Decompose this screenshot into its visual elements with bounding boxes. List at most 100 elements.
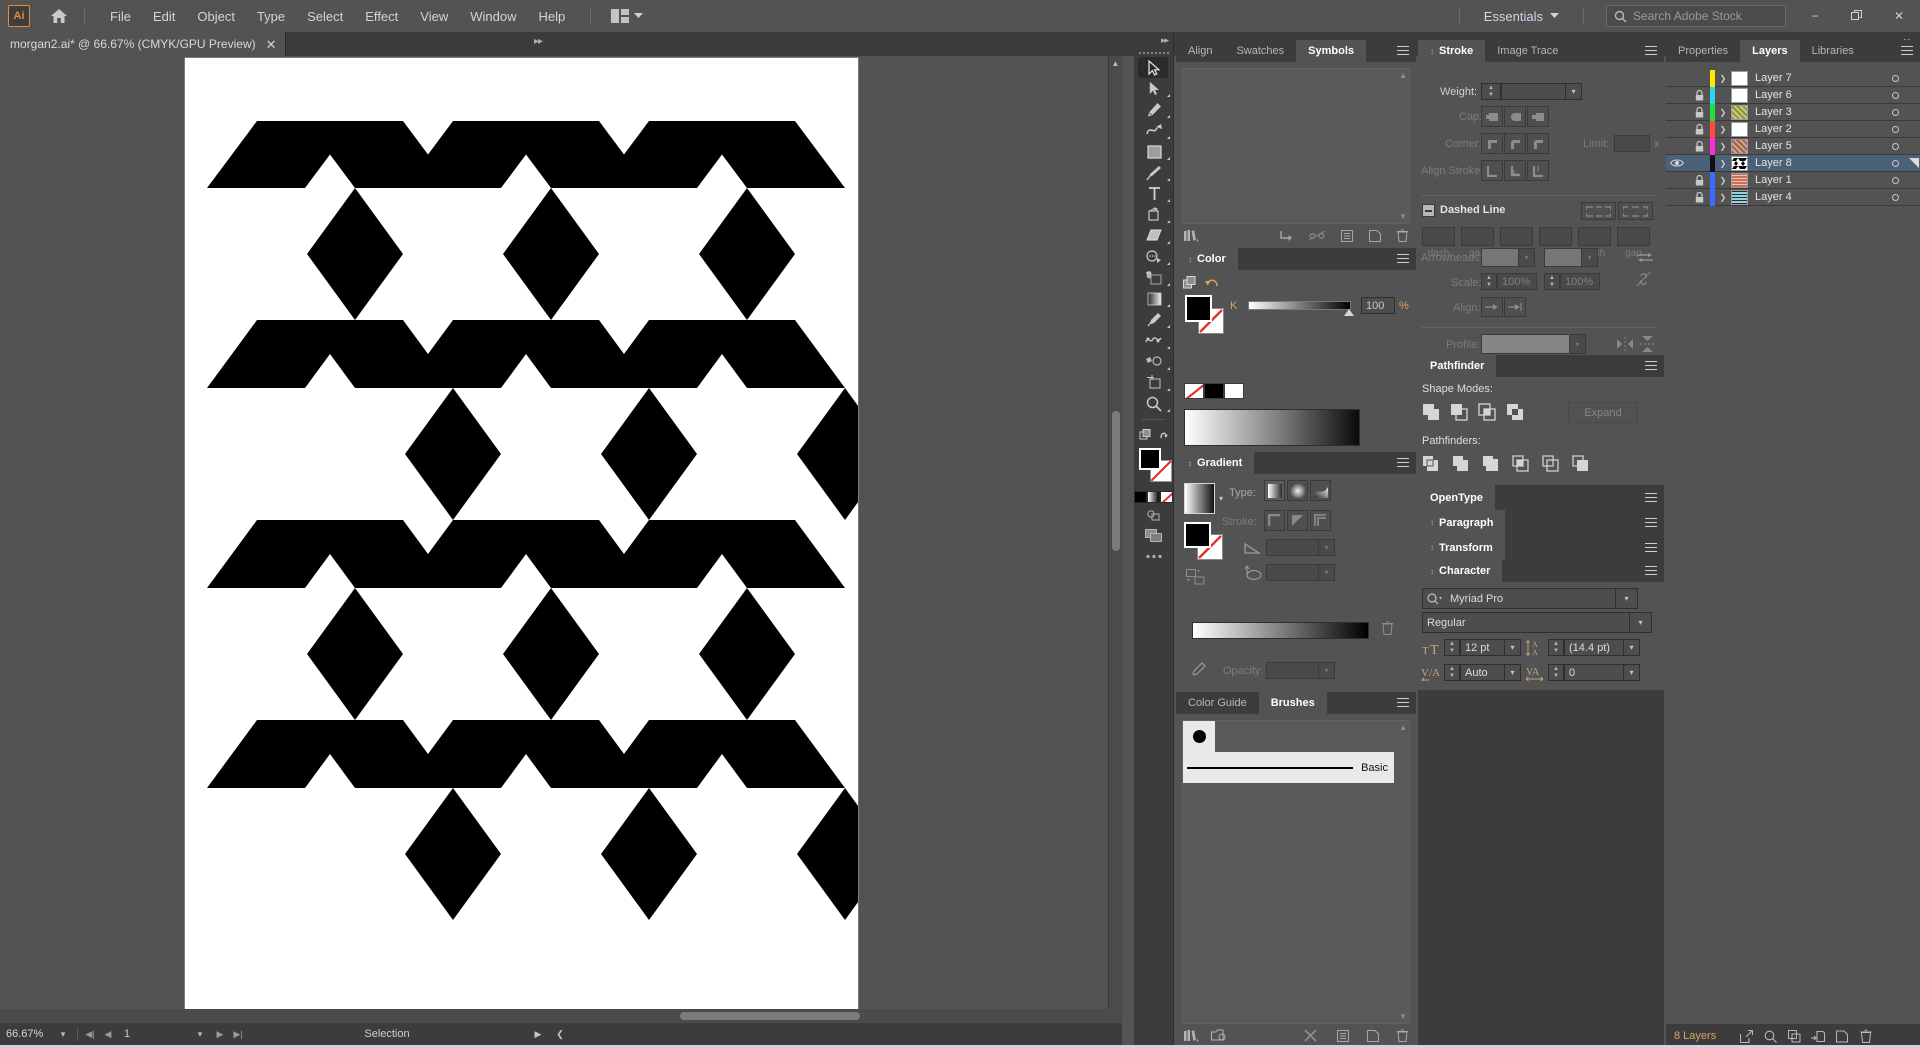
gradient-preview-swatch[interactable] (1184, 483, 1215, 514)
apply-gradient-along-stroke-icon[interactable] (1287, 510, 1308, 531)
rectangle-tool[interactable] (1134, 141, 1174, 162)
crop-icon[interactable] (1512, 455, 1529, 475)
rotate-tool[interactable] (1134, 204, 1174, 225)
expand-layer-icon[interactable]: ❯ (1715, 142, 1731, 151)
create-sublayer-icon[interactable] (1806, 1030, 1830, 1043)
gap-input-1[interactable] (1461, 227, 1494, 246)
character-panel-body[interactable]: Myriad Pro ▾ Regular ▾ TT ▲▼ 12 pt ▾ AA … (1418, 582, 1664, 690)
layer-name[interactable]: Layer 6 (1755, 89, 1882, 101)
scroll-up-icon[interactable]: ▲ (1109, 56, 1122, 70)
flip-profile-vertical-icon[interactable] (1640, 336, 1655, 355)
stroke-limit-input[interactable] (1614, 135, 1650, 152)
gradient-type-buttons[interactable] (1264, 480, 1331, 501)
leading-input[interactable]: (14.4 pt) (1564, 639, 1624, 656)
target-indicator[interactable] (1882, 143, 1908, 150)
gradient-opacity-input[interactable] (1266, 662, 1319, 679)
table-row[interactable]: ❯ Layer 4 (1666, 189, 1920, 206)
canvas-horizontal-scrollbar[interactable] (0, 1009, 1122, 1023)
symbol-sprayer-tool[interactable] (1134, 351, 1174, 372)
divide-icon[interactable] (1422, 455, 1439, 475)
create-new-layer-icon[interactable] (1830, 1030, 1854, 1043)
tab-symbols[interactable]: Symbols (1296, 40, 1366, 62)
outline-icon[interactable] (1542, 455, 1559, 475)
table-row[interactable]: Layer 6 (1666, 87, 1920, 104)
stroke-profile-dropdown-icon[interactable]: ▾ (1570, 334, 1586, 354)
stroke-cap-buttons[interactable] (1481, 106, 1549, 127)
zoom-tool[interactable] (1134, 393, 1174, 414)
new-symbol-icon[interactable] (1369, 230, 1381, 245)
fill-swatch[interactable] (1139, 448, 1161, 470)
font-size-stepper[interactable]: ▲▼ (1444, 639, 1460, 656)
brush-libraries-icon[interactable] (1184, 1029, 1199, 1045)
arrange-documents-button[interactable] (605, 6, 649, 26)
align-dashes-corners-icon[interactable] (1618, 202, 1653, 220)
close-button[interactable]: ✕ (1878, 0, 1920, 32)
gradient-eyedropper-icon[interactable] (1191, 662, 1206, 681)
stepper-arrows-icon[interactable]: ▲▼ (1486, 83, 1497, 100)
panel-expand-icon[interactable]: ↕ (1188, 459, 1192, 468)
shape-mode-buttons[interactable] (1422, 403, 1524, 424)
lock-toggle[interactable] (1688, 141, 1710, 152)
curvature-tool[interactable] (1134, 120, 1174, 141)
menu-object[interactable]: Object (186, 5, 246, 28)
target-indicator[interactable] (1882, 126, 1908, 133)
apply-gradient-within-stroke-icon[interactable] (1264, 510, 1285, 531)
tab-gradient[interactable]: ↕ Gradient (1176, 452, 1254, 474)
target-indicator[interactable] (1882, 160, 1908, 167)
gradient-panel-menu-icon[interactable] (1397, 458, 1409, 470)
brushes-list[interactable]: Basic ▲ ▼ (1182, 720, 1410, 1024)
expand-layer-icon[interactable]: ❯ (1715, 108, 1731, 117)
canvas-vertical-scrollbar[interactable]: ▲ (1108, 56, 1122, 1023)
projecting-cap-icon[interactable] (1527, 106, 1549, 127)
document-tab[interactable]: morgan2.ai* @ 66.67% (CMYK/GPU Preview) … (0, 32, 286, 56)
lock-toggle[interactable] (1688, 124, 1710, 135)
list-item[interactable]: Basic (1183, 752, 1394, 783)
tab-color-guide[interactable]: Color Guide (1176, 692, 1259, 714)
table-row[interactable]: ❯ Layer 1 (1666, 172, 1920, 189)
stepper-arrows-icon[interactable]: ▲▼ (1547, 273, 1558, 290)
color-mode-swatches[interactable] (1134, 490, 1173, 504)
gradient-tool[interactable] (1134, 288, 1174, 309)
gradient-aspect-input[interactable] (1266, 564, 1319, 581)
layer-name[interactable]: Layer 7 (1755, 72, 1882, 84)
gradient-swatch-button[interactable] (1147, 491, 1160, 503)
align-stroke-buttons[interactable] (1481, 160, 1549, 181)
vertical-scroll-thumb[interactable] (1112, 411, 1120, 551)
stroke-panel-menu-icon[interactable] (1645, 46, 1657, 58)
color-quick-swatches[interactable] (1184, 383, 1244, 399)
expand-layer-icon[interactable]: ❯ (1715, 74, 1731, 83)
new-brush-icon[interactable] (1367, 1030, 1379, 1045)
libraries-panel-icon[interactable] (1211, 1029, 1227, 1045)
table-row[interactable]: ❯ Layer 3 (1666, 104, 1920, 121)
target-indicator[interactable] (1882, 92, 1908, 99)
place-symbol-instance-icon[interactable] (1280, 230, 1293, 245)
color-reset-icon[interactable] (1204, 276, 1219, 292)
brush-options-icon[interactable] (1337, 1030, 1349, 1045)
font-style-input[interactable]: Regular (1422, 612, 1630, 633)
direct-selection-tool[interactable] (1134, 78, 1174, 99)
arrowhead-end-select[interactable] (1544, 248, 1582, 267)
document-tab-close-icon[interactable]: ✕ (266, 38, 277, 51)
gradient-angle-dropdown-icon[interactable]: ▾ (1319, 539, 1335, 556)
scale-stepper-2[interactable]: ▲▼ (1544, 273, 1560, 290)
document-window[interactable]: Window Snip ▲ (0, 56, 1122, 1023)
last-artboard-icon[interactable]: ▶| (229, 1029, 247, 1040)
menu-help[interactable]: Help (527, 5, 576, 28)
font-size-input[interactable]: 12 pt (1460, 639, 1505, 656)
pathfinder-buttons[interactable] (1422, 455, 1589, 475)
drawing-mode-button[interactable] (1134, 504, 1174, 525)
dashed-line-checkbox[interactable] (1422, 204, 1435, 217)
radial-gradient-icon[interactable] (1287, 480, 1308, 501)
tracking-input[interactable]: 0 (1564, 664, 1624, 681)
layer-name[interactable]: Layer 8 (1755, 157, 1882, 169)
color-swatch-button[interactable] (1134, 491, 1147, 503)
kerning-dropdown-icon[interactable]: ▾ (1505, 664, 1521, 681)
fill-stroke-swap-button[interactable] (1134, 425, 1174, 446)
artboard-dropdown-icon[interactable]: ▾ (189, 1029, 211, 1040)
stepper-arrows-icon[interactable]: ▲▼ (1447, 639, 1458, 656)
gradient-opacity-dropdown-icon[interactable]: ▾ (1319, 662, 1335, 679)
tab-swatches[interactable]: Swatches (1224, 40, 1296, 62)
trim-icon[interactable] (1452, 455, 1469, 475)
stroke-corner-buttons[interactable] (1481, 133, 1549, 154)
linear-gradient-icon[interactable] (1264, 480, 1285, 501)
